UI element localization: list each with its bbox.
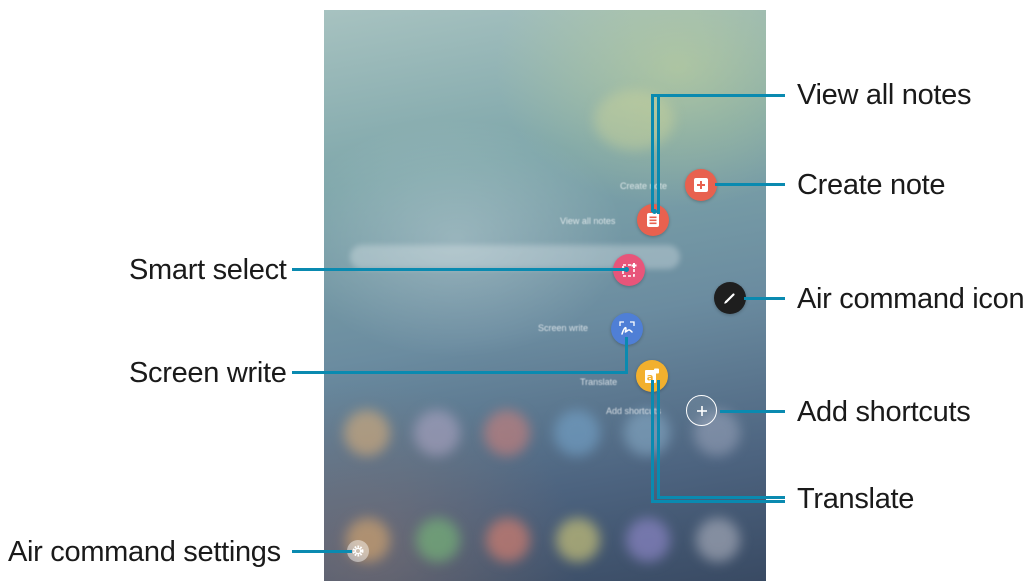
view-all-notes-leader <box>651 96 654 212</box>
view-all-notes-menu-label: View all notes <box>560 216 616 226</box>
dock-icon-blur <box>486 518 530 562</box>
view-all-notes-leader <box>651 94 785 97</box>
screen-write-callout: Screen write <box>129 357 287 389</box>
create-note-button[interactable] <box>685 169 717 201</box>
view-all-notes-anchor <box>652 209 657 214</box>
screen-write-leader <box>292 371 628 374</box>
dock-icon-blur <box>696 518 740 562</box>
dock-icon-blur <box>556 518 600 562</box>
smart-select-callout: Smart select <box>129 254 287 286</box>
note-add-icon <box>694 178 708 192</box>
gear-icon <box>352 545 364 557</box>
app-icon-blur <box>484 410 530 456</box>
translate-leader <box>651 380 654 502</box>
view-all-notes-callout: View all notes <box>797 79 972 111</box>
air-command-icon-callout: Air command icon <box>797 283 1025 315</box>
translate-leader <box>657 496 785 499</box>
air-command-settings-callout: Air command settings <box>8 536 281 568</box>
translate-menu-label: Translate <box>580 377 618 387</box>
dock-icon-blur <box>416 518 460 562</box>
app-icon-blur <box>554 410 600 456</box>
plus-icon <box>696 405 707 416</box>
create-note-callout: Create note <box>797 169 946 201</box>
air-command-settings-leader <box>292 550 352 553</box>
air-command-button[interactable] <box>714 282 746 314</box>
view-all-notes-leader <box>657 96 660 214</box>
background-blur <box>594 90 674 150</box>
translate-leader <box>651 500 785 503</box>
dock-icon-blur <box>626 518 670 562</box>
screen-write-icon <box>619 321 635 335</box>
add-shortcuts-leader <box>720 410 785 413</box>
smart-select-anchor <box>624 267 629 272</box>
create-note-leader <box>715 183 785 186</box>
app-icon-blur <box>414 410 460 456</box>
smart-select-leader <box>292 268 628 271</box>
add-shortcuts-button[interactable] <box>686 395 717 426</box>
app-icon-blur <box>624 410 670 456</box>
translate-callout: Translate <box>797 483 915 515</box>
pen-icon <box>724 293 735 304</box>
air-command-leader <box>744 297 785 300</box>
app-icon-blur <box>344 410 390 456</box>
notes-list-icon <box>647 213 659 227</box>
add-shortcuts-callout: Add shortcuts <box>797 396 971 428</box>
screen-write-leader <box>625 337 628 373</box>
translate-leader <box>657 380 660 498</box>
screen-write-menu-label: Screen write <box>538 323 589 333</box>
